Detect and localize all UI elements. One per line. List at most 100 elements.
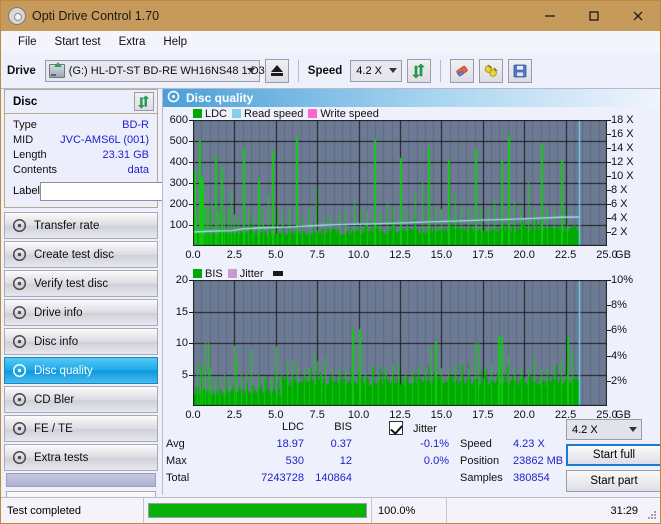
maximize-button[interactable] bbox=[572, 1, 616, 31]
x-axis-tick: 5.0 bbox=[268, 249, 284, 261]
y-axis-tick: 15 bbox=[175, 305, 188, 318]
y2-axis-tickmark bbox=[607, 120, 611, 121]
stats-header-ldc: LDC bbox=[281, 421, 304, 433]
sidebar-item-cd-bler[interactable]: CD Bler bbox=[4, 386, 158, 413]
ldc-plot-area: 100 200 300 400 500 600 2 X 4 X 6 X 8 X 10 X 12 X 14… bbox=[163, 114, 659, 265]
stats-speed-label: Speed bbox=[460, 438, 492, 450]
legend-swatch bbox=[308, 109, 318, 118]
sidebar-item-disc-quality[interactable]: Disc quality bbox=[4, 357, 158, 384]
disc-row-value: 23.31 GB bbox=[102, 148, 149, 161]
disc-row-value: data bbox=[127, 163, 149, 176]
y2-axis-tick: 12 X bbox=[611, 156, 634, 168]
minimize-button[interactable] bbox=[528, 1, 572, 31]
sidebar-item-disc-info[interactable]: Disc info bbox=[4, 328, 158, 355]
menu-item-extra[interactable]: Extra bbox=[110, 34, 155, 50]
disc-icon bbox=[12, 305, 27, 320]
y2-axis-tick: 6 X bbox=[611, 198, 628, 210]
app-icon bbox=[8, 7, 26, 25]
y2-axis-tick: 4% bbox=[611, 349, 627, 362]
x-axis-tick: 10.0 bbox=[347, 249, 370, 261]
progress-fill bbox=[149, 504, 366, 517]
legend-swatch bbox=[232, 109, 242, 118]
erase-button[interactable] bbox=[450, 58, 475, 83]
test-speed-select[interactable]: 4.2 X bbox=[566, 419, 642, 440]
x-axis-tick: 12.5 bbox=[389, 249, 411, 261]
sidebar-item-verify-test-disc[interactable]: Verify test disc bbox=[4, 270, 158, 297]
save-button[interactable] bbox=[508, 58, 533, 83]
menu-item-file[interactable]: File bbox=[9, 34, 46, 50]
stats-row-label-total: Total bbox=[166, 472, 190, 484]
status-message: Test completed bbox=[7, 504, 81, 517]
start-part-button[interactable]: Start part bbox=[566, 470, 660, 492]
sidebar-item-extra-tests[interactable]: Extra tests bbox=[4, 444, 158, 471]
nav-list: Transfer rate Create test disc Verify te… bbox=[4, 212, 158, 512]
tools-button[interactable] bbox=[479, 58, 504, 83]
sidebar-item-create-test-disc[interactable]: Create test disc bbox=[4, 241, 158, 268]
x-axis-tick: 7.5 bbox=[309, 249, 325, 261]
disc-row-length: Length 23.31 GB bbox=[13, 147, 149, 162]
disc-info-panel: Disc Type BD-R MID JVC-AMS6L (001) Lengt… bbox=[4, 89, 242, 208]
sidebar-item-fe-te[interactable]: FE / TE bbox=[4, 415, 158, 442]
sidebar-item-label: Verify test disc bbox=[34, 277, 109, 290]
disc-row-key: Contents bbox=[13, 163, 58, 176]
start-full-button[interactable]: Start full bbox=[566, 444, 660, 466]
elapsed-time: 31:29 bbox=[610, 504, 638, 517]
resize-grip[interactable] bbox=[647, 510, 657, 520]
menu-item-help[interactable]: Help bbox=[154, 34, 196, 50]
y2-axis-tickmark bbox=[607, 176, 611, 177]
y-axis-tickmark bbox=[189, 120, 193, 121]
refresh-icon bbox=[412, 63, 426, 78]
menu-item-start-test[interactable]: Start test bbox=[46, 34, 110, 50]
x-axis-tick: 20.0 bbox=[513, 249, 535, 261]
sidebar-item-transfer-rate[interactable]: Transfer rate bbox=[4, 212, 158, 239]
legend-label: Write speed bbox=[320, 107, 379, 120]
disc-label-row: Label bbox=[13, 180, 242, 202]
x-axis-unit: GB bbox=[615, 249, 631, 261]
chevron-down-icon bbox=[629, 426, 637, 432]
x-axis-tick: 17.5 bbox=[472, 249, 494, 261]
disc-panel-header: Disc bbox=[5, 90, 157, 114]
x-axis-tick: 0.0 bbox=[185, 249, 201, 261]
y2-axis-tickmark bbox=[607, 232, 611, 233]
stats-panel: LDC BIS Avg Max Total 18.97 530 7243728 … bbox=[163, 419, 660, 495]
legend-item-ldc: LDC bbox=[193, 108, 227, 120]
bis-canvas bbox=[193, 280, 607, 406]
toolbar-divider-2 bbox=[440, 59, 442, 82]
disc-icon bbox=[12, 218, 27, 233]
speed-select[interactable]: 4.2 X bbox=[350, 59, 403, 82]
bis-chart: BIS Jitter 5 10 15 20 2% 4% 6% 8% 10% 0.0 2.5 5.0 7.… bbox=[163, 267, 659, 425]
x-axis-tick: 15.0 bbox=[430, 249, 453, 261]
stats-position-label: Position bbox=[460, 455, 500, 467]
disc-refresh-button[interactable] bbox=[134, 92, 154, 111]
speed-label: Speed bbox=[307, 64, 343, 77]
x-axis-tick: 22.5 bbox=[554, 249, 577, 261]
sidebar-item-drive-info[interactable]: Drive info bbox=[4, 299, 158, 326]
app-window: Opti Drive Control 1.70 File Start test … bbox=[0, 0, 661, 524]
y2-axis-tickmark bbox=[607, 380, 611, 382]
refresh-button[interactable] bbox=[407, 58, 432, 83]
save-icon bbox=[513, 64, 527, 77]
legend-label: Read speed bbox=[244, 107, 304, 120]
legend-label: BIS bbox=[205, 267, 223, 280]
y2-axis-tickmark bbox=[607, 330, 611, 332]
jitter-checkbox[interactable] bbox=[389, 421, 403, 435]
y2-axis-tick: 10 X bbox=[611, 170, 634, 182]
sidebar-item-label: Disc quality bbox=[34, 364, 93, 377]
y2-axis-tickmark bbox=[607, 134, 611, 135]
toolbar-divider-1 bbox=[297, 59, 299, 82]
stats-bis-total: 140864 bbox=[315, 472, 352, 484]
title-bar: Opti Drive Control 1.70 bbox=[1, 1, 660, 31]
drive-toolbar: Drive (G:) HL-DT-ST BD-RE WH16NS48 1.D3 … bbox=[1, 53, 660, 89]
y-axis-tick: 5 bbox=[181, 368, 188, 381]
y-axis-tickmark bbox=[189, 183, 193, 184]
disc-row-type: Type BD-R bbox=[13, 117, 149, 132]
eject-button[interactable] bbox=[264, 58, 289, 83]
legend-swatch bbox=[193, 109, 202, 118]
stats-ldc-avg: 18.97 bbox=[276, 438, 304, 450]
drive-select[interactable]: (G:) HL-DT-ST BD-RE WH16NS48 1.D3 bbox=[44, 59, 265, 82]
legend-item-jitter: Jitter bbox=[227, 268, 264, 280]
close-button[interactable] bbox=[616, 1, 660, 31]
status-bar: Test completed 100.0% 31:29 bbox=[1, 497, 660, 523]
y2-axis-tick: 2% bbox=[611, 374, 627, 387]
disc-row-key: Type bbox=[13, 118, 37, 131]
